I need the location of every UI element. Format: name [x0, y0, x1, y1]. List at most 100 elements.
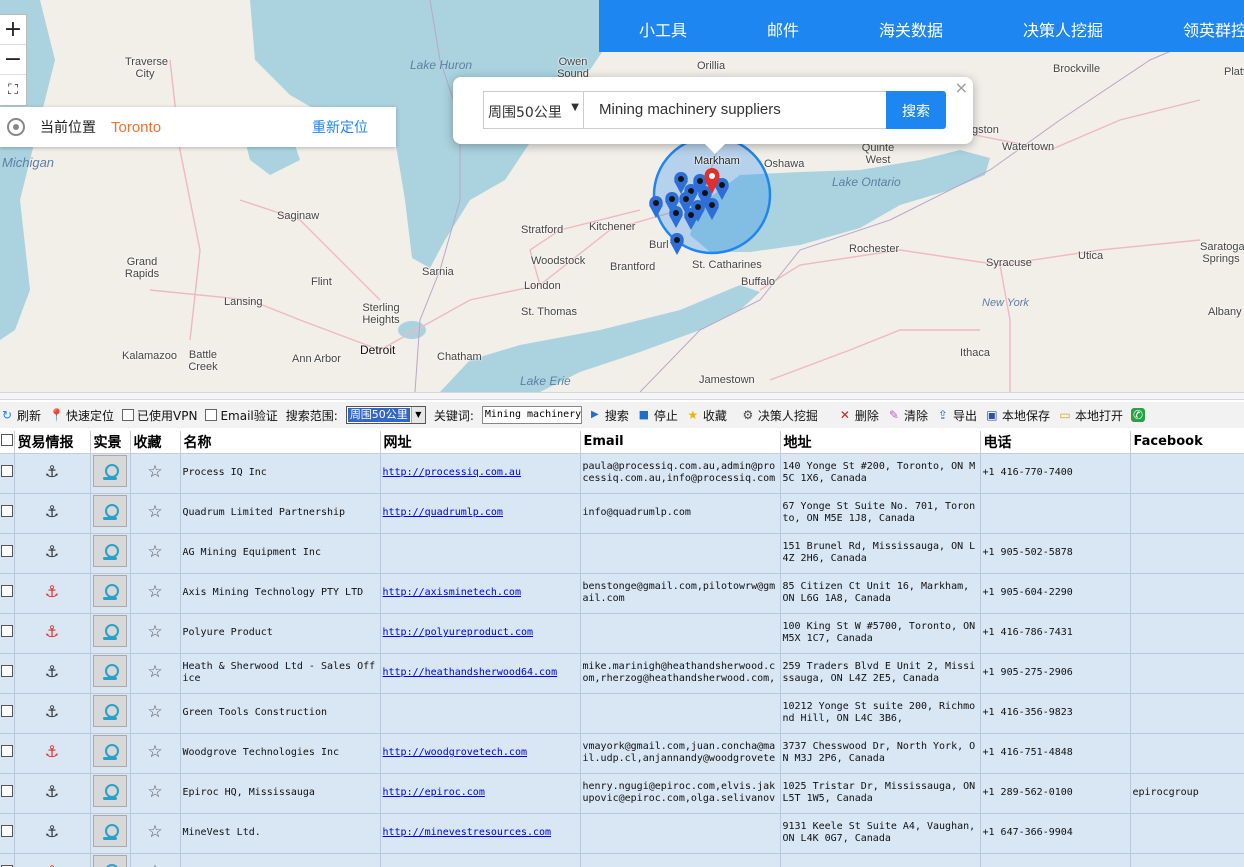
- live-view-cell[interactable]: [90, 573, 131, 614]
- favorite-cell[interactable]: ☆: [130, 493, 181, 534]
- anchor-icon[interactable]: ⚓: [45, 622, 59, 641]
- star-icon[interactable]: ☆: [147, 702, 162, 722]
- star-icon[interactable]: ☆: [147, 822, 162, 842]
- star-icon[interactable]: ☆: [147, 462, 162, 482]
- favorite-cell[interactable]: ☆: [130, 693, 181, 734]
- close-icon[interactable]: ×: [955, 78, 968, 97]
- anchor-icon[interactable]: ⚓: [45, 782, 59, 801]
- row-checkbox[interactable]: [0, 705, 13, 717]
- whatsapp-button[interactable]: ✆: [1131, 405, 1148, 425]
- star-icon[interactable]: ☆: [147, 582, 162, 602]
- favorite-cell[interactable]: ☆: [130, 853, 181, 867]
- anchor-icon[interactable]: ⚓: [45, 462, 59, 481]
- favorite-cell[interactable]: ☆: [130, 653, 181, 694]
- row-checkbox[interactable]: [0, 625, 13, 637]
- live-view-cell[interactable]: [90, 733, 131, 774]
- trade-intel-cell[interactable]: ⚓: [14, 773, 91, 814]
- trade-intel-cell[interactable]: ⚓: [14, 853, 91, 867]
- anchor-icon[interactable]: ⚓: [45, 502, 59, 521]
- search-button[interactable]: 搜索: [886, 91, 946, 129]
- header-email[interactable]: Email: [580, 431, 781, 454]
- table-row[interactable]: ⚓ ☆ Heath & Sherwood Ltd - Sales Office htt…: [0, 653, 1244, 694]
- row-select-cell[interactable]: [0, 653, 15, 694]
- live-view-icon[interactable]: [93, 615, 127, 647]
- trade-intel-cell[interactable]: ⚓: [14, 693, 91, 734]
- header-address[interactable]: 地址: [780, 431, 981, 454]
- star-icon[interactable]: ☆: [147, 502, 162, 522]
- row-checkbox[interactable]: [0, 745, 13, 757]
- live-view-cell[interactable]: [90, 653, 131, 694]
- trade-intel-cell[interactable]: ⚓: [14, 493, 91, 534]
- live-view-cell[interactable]: [90, 493, 131, 534]
- favorite-cell[interactable]: ☆: [130, 533, 181, 574]
- delete-button[interactable]: ✕ 删除: [838, 405, 879, 425]
- vpn-checkbox[interactable]: 已使用VPN: [122, 405, 197, 425]
- select-all-header[interactable]: [0, 431, 15, 454]
- refresh-button[interactable]: ↻ 刷新: [0, 405, 41, 425]
- website-link[interactable]: http://minevestresources.com: [383, 827, 552, 838]
- table-row[interactable]: ⚓ ☆ 393 University Ave, Toronto, ON: [0, 853, 1244, 867]
- header-favorite[interactable]: 收藏: [130, 431, 181, 454]
- anchor-icon[interactable]: ⚓: [45, 582, 59, 601]
- trade-intel-cell[interactable]: ⚓: [14, 533, 91, 574]
- live-view-icon[interactable]: [93, 575, 127, 607]
- live-view-icon[interactable]: [93, 855, 127, 867]
- row-select-cell[interactable]: [0, 493, 15, 534]
- trade-intel-cell[interactable]: ⚓: [14, 653, 91, 694]
- email-verify-box[interactable]: [205, 409, 218, 421]
- website-link[interactable]: http://polyureproduct.com: [383, 627, 534, 638]
- panel-splitter[interactable]: [0, 392, 1244, 400]
- table-row[interactable]: ⚓ ☆ MineVest Ltd. http://minevestresources.…: [0, 813, 1244, 854]
- star-icon[interactable]: ☆: [147, 782, 162, 802]
- live-view-icon[interactable]: [93, 695, 127, 727]
- website-link[interactable]: http://epiroc.com: [383, 787, 485, 798]
- star-icon[interactable]: ☆: [147, 542, 162, 562]
- live-view-cell[interactable]: [90, 453, 131, 494]
- live-view-icon[interactable]: [93, 535, 127, 567]
- favorite-cell[interactable]: ☆: [130, 573, 181, 614]
- favorite-cell[interactable]: ☆: [130, 733, 181, 774]
- header-trade[interactable]: 贸易情报: [14, 431, 91, 454]
- trade-intel-cell[interactable]: ⚓: [14, 813, 91, 854]
- quick-locate-button[interactable]: 📍 快速定位: [49, 405, 114, 425]
- row-checkbox[interactable]: [0, 665, 13, 677]
- zoom-out-button[interactable]: −: [0, 45, 26, 75]
- live-view-icon[interactable]: [93, 455, 127, 487]
- row-select-cell[interactable]: [0, 573, 15, 614]
- row-select-cell[interactable]: [0, 693, 15, 734]
- live-view-icon[interactable]: [93, 655, 127, 687]
- clear-button[interactable]: ✎ 清除: [887, 405, 928, 425]
- website-link[interactable]: http://heathandsherwood64.com: [383, 667, 558, 678]
- row-checkbox[interactable]: [0, 585, 13, 597]
- star-icon[interactable]: ☆: [147, 862, 162, 867]
- row-checkbox[interactable]: [0, 785, 13, 797]
- range-select[interactable]: 周围50公里 ▼: [483, 91, 584, 129]
- table-row[interactable]: ⚓ ☆ Axis Mining Technology PTY LTD http://a…: [0, 573, 1244, 614]
- toolbar-keyword-input[interactable]: Mining machinery: [481, 406, 582, 424]
- live-view-cell[interactable]: [90, 813, 131, 854]
- table-row[interactable]: ⚓ ☆ Process IQ Inc http://processiq.com.au p…: [0, 453, 1244, 494]
- favorite-cell[interactable]: ☆: [130, 453, 181, 494]
- anchor-icon[interactable]: ⚓: [45, 662, 59, 681]
- live-view-icon[interactable]: [93, 815, 127, 847]
- row-checkbox[interactable]: [0, 505, 13, 517]
- website-link[interactable]: http://woodgrovetech.com: [383, 747, 528, 758]
- row-checkbox[interactable]: [0, 545, 13, 557]
- results-table-wrap[interactable]: 贸易情报 实景 收藏 名称 网址 Email 地址 电话 Facebook ⚓ ☆…: [0, 431, 1244, 867]
- table-row[interactable]: ⚓ ☆ Woodgrove Technologies Inc http://woodg…: [0, 733, 1244, 774]
- favorite-button[interactable]: ★ 收藏: [686, 405, 727, 425]
- email-verify-checkbox[interactable]: Email验证: [205, 405, 278, 425]
- map-view[interactable]: Lake Huron Lake Ontario Lake Erie Michig…: [0, 0, 1244, 392]
- fullscreen-icon[interactable]: ⛶: [0, 75, 26, 105]
- row-select-cell[interactable]: [0, 853, 15, 867]
- header-facebook[interactable]: Facebook: [1130, 431, 1244, 454]
- favorite-cell[interactable]: ☆: [130, 813, 181, 854]
- row-checkbox[interactable]: [0, 465, 13, 477]
- nav-mail[interactable]: 邮件: [767, 17, 799, 41]
- anchor-icon[interactable]: ⚓: [45, 862, 59, 867]
- export-button[interactable]: ⇪ 导出: [936, 405, 977, 425]
- row-checkbox[interactable]: [0, 825, 13, 837]
- toolbar-search-button[interactable]: ▶ 搜索: [588, 405, 629, 425]
- anchor-icon[interactable]: ⚓: [45, 542, 59, 561]
- star-icon[interactable]: ☆: [147, 742, 162, 762]
